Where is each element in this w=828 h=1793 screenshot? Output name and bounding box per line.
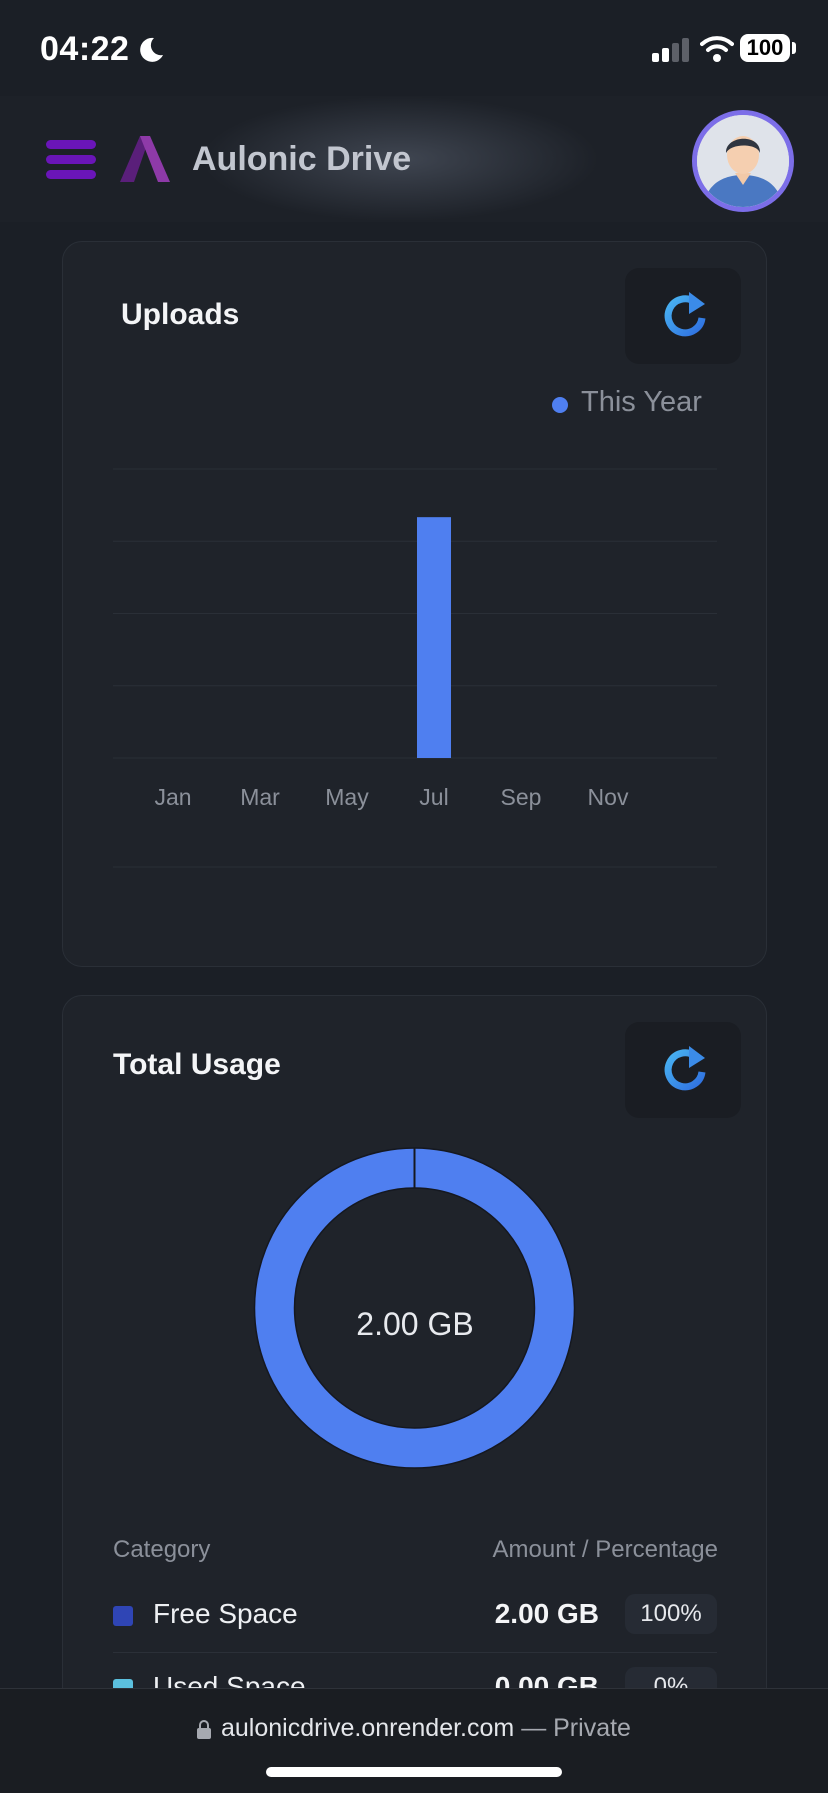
x-tick-may: May (325, 784, 369, 810)
hamburger-menu-icon[interactable] (46, 140, 96, 180)
status-bar: 04:22 100 (0, 0, 828, 96)
table-row: Free Space 2.00 GB 100% (113, 1580, 717, 1653)
url-text[interactable]: aulonicdrive.onrender.com — Private (221, 1714, 631, 1743)
url-private-label: — Private (521, 1714, 631, 1742)
x-tick-mar: Mar (240, 784, 280, 810)
app-title: Aulonic Drive (192, 140, 412, 178)
logo-icon (120, 136, 170, 182)
row-amount: 2.00 GB (494, 1598, 599, 1629)
uploads-card: Uploads This Year Jan Mar May Jul Sep Nov (62, 241, 767, 967)
x-tick-jan: Jan (154, 784, 192, 810)
uploads-bar-chart (113, 468, 717, 868)
signal-icon (652, 38, 689, 62)
usage-donut-chart (253, 1147, 576, 1469)
row-name: Free Space (153, 1598, 298, 1629)
url-domain: aulonicdrive.onrender.com (221, 1714, 515, 1742)
app-header: Aulonic Drive (0, 96, 828, 222)
lock-icon (197, 1720, 211, 1739)
donut-center-label: 2.00 GB (356, 1306, 474, 1342)
wifi-icon (700, 36, 734, 62)
moon-icon (140, 37, 163, 62)
x-tick-nov: Nov (587, 784, 629, 810)
avatar-icon (697, 115, 789, 207)
home-indicator (266, 1767, 562, 1777)
x-tick-jul: Jul (419, 784, 449, 810)
x-tick-sep: Sep (500, 784, 542, 810)
table-header-amount: Amount / Percentage (492, 1536, 718, 1563)
row-percent-badge: 100% (625, 1594, 717, 1634)
table-header-category: Category (113, 1536, 211, 1563)
bar-jul (417, 517, 451, 758)
battery-indicator: 100 (740, 34, 790, 62)
swatch-free-space (113, 1606, 133, 1626)
browser-url-bar[interactable]: aulonicdrive.onrender.com — Private (0, 1688, 828, 1793)
status-time: 04:22 (40, 30, 130, 68)
usage-card: Total Usage 2.00 GB Category Amount / Pe… (62, 995, 767, 1757)
battery-tip (792, 42, 796, 54)
user-avatar[interactable] (692, 110, 794, 212)
